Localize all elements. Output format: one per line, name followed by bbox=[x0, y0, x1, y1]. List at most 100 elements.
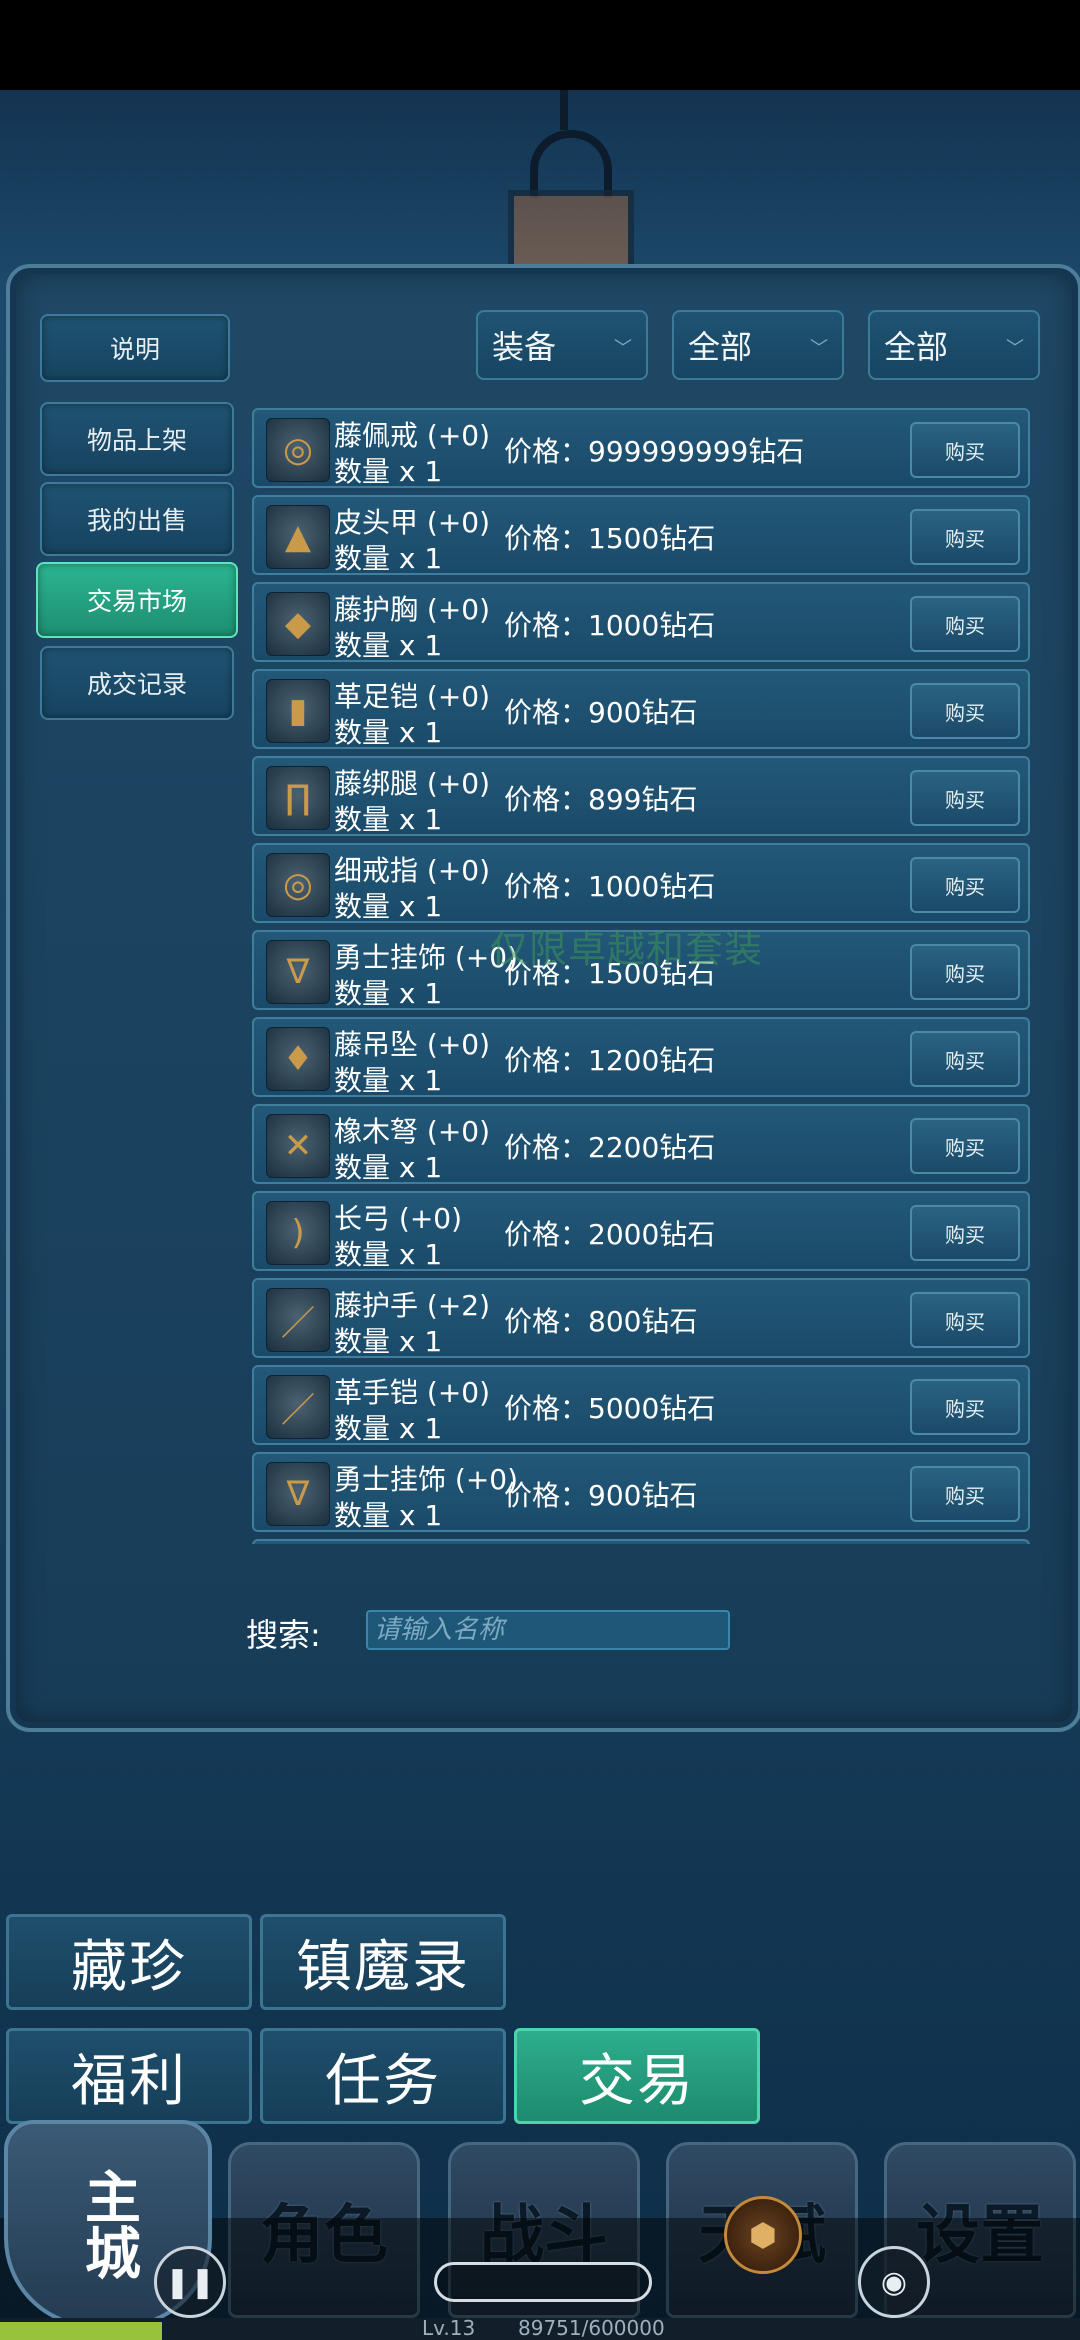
item-price: 价格：2200钻石 bbox=[504, 1131, 716, 1164]
item-quantity: 数量 x 1 bbox=[334, 1499, 443, 1532]
ring-icon: ◎ bbox=[266, 853, 330, 917]
category-dropdown[interactable]: 装备 ﹀ bbox=[476, 310, 648, 380]
item-name: 藤吊坠 (+0) bbox=[334, 1028, 491, 1061]
home-indicator[interactable] bbox=[434, 2262, 652, 2302]
records-button[interactable]: 成交记录 bbox=[40, 646, 234, 720]
item-quantity: 数量 x 1 bbox=[334, 1064, 443, 1097]
item-price: 价格：1000钻石 bbox=[504, 609, 716, 642]
bow-icon: ) bbox=[266, 1201, 330, 1265]
category-value: 装备 bbox=[492, 328, 557, 366]
boots-icon: ▮ bbox=[266, 679, 330, 743]
item-price: 价格：900钻石 bbox=[504, 696, 698, 729]
item-name: 长弓 (+0) bbox=[334, 1202, 463, 1235]
gauntlet-icon: ／ bbox=[266, 1375, 330, 1439]
treasure-button[interactable]: 藏珍 bbox=[6, 1914, 252, 2010]
buy-button[interactable]: 购买 bbox=[910, 422, 1020, 478]
buy-button[interactable]: 购买 bbox=[910, 1118, 1020, 1174]
list-item: ▮ 革足铠 (+0) 数量 x 1 价格：900钻石 购买 bbox=[252, 669, 1030, 749]
type-dropdown[interactable]: 全部 ﹀ bbox=[672, 310, 844, 380]
list-item: ◎ 藤佩戒 (+0) 数量 x 1 价格：999999999钻石 购买 bbox=[252, 408, 1030, 488]
list-item: ✕ 橡木弩 (+0) 数量 x 1 价格：2200钻石 购买 bbox=[252, 1104, 1030, 1184]
buy-button[interactable]: 购买 bbox=[910, 683, 1020, 739]
list-item: ▲ 皮头甲 (+0) 数量 x 1 价格：1500钻石 购买 bbox=[252, 495, 1030, 575]
trade-button[interactable]: 交易 bbox=[514, 2028, 760, 2124]
item-name: 革足铠 (+0) bbox=[334, 680, 491, 713]
list-item: ) 长弓 (+0) 数量 x 1 价格：2000钻石 购买 bbox=[252, 1191, 1030, 1271]
item-quantity: 数量 x 1 bbox=[334, 455, 443, 488]
item-quantity: 数量 x 1 bbox=[334, 542, 443, 575]
item-price: 价格：2000钻石 bbox=[504, 1218, 716, 1251]
ring-icon: ◎ bbox=[266, 418, 330, 482]
item-quantity: 数量 x 1 bbox=[334, 1151, 443, 1184]
leggings-icon: ∏ bbox=[266, 766, 330, 830]
bracer-icon: ／ bbox=[266, 1288, 330, 1352]
item-price: 价格：999999999钻石 bbox=[504, 435, 805, 468]
item-quantity: 数量 x 1 bbox=[334, 629, 443, 662]
system-status-bar bbox=[0, 0, 1080, 90]
buy-button[interactable]: 购买 bbox=[910, 1292, 1020, 1348]
help-button[interactable]: 说明 bbox=[40, 314, 230, 382]
list-item: ◆ 藤护胸 (+0) 数量 x 1 价格：1000钻石 购买 bbox=[252, 582, 1030, 662]
item-price: 价格：1000钻石 bbox=[504, 870, 716, 903]
chevron-down-icon: ﹀ bbox=[810, 338, 828, 359]
buy-button[interactable]: 购买 bbox=[910, 857, 1020, 913]
item-name: 细戒指 (+0) bbox=[334, 854, 491, 887]
chevron-down-icon: ﹀ bbox=[1006, 338, 1024, 359]
list-item: ◎ 细戒指 (+0) 数量 x 1 价格：1000钻石 购买 bbox=[252, 843, 1030, 923]
buy-button[interactable]: 购买 bbox=[910, 1379, 1020, 1435]
item-price: 价格：800钻石 bbox=[504, 1305, 698, 1338]
quality-value: 全部 bbox=[884, 328, 949, 366]
player-exp: 89751/600000 bbox=[518, 2316, 665, 2340]
buy-button[interactable]: 购买 bbox=[910, 1205, 1020, 1261]
item-price: 价格：1500钻石 bbox=[504, 522, 716, 555]
watermark-text: 仅限卓越和套装 bbox=[490, 927, 764, 971]
item-name: 藤佩戒 (+0) bbox=[334, 419, 491, 452]
item-name: 藤绑腿 (+0) bbox=[334, 767, 491, 800]
item-price: 价格：899钻石 bbox=[504, 783, 698, 816]
item-price: 价格：900钻石 bbox=[504, 1479, 698, 1512]
pendant-icon: ♦ bbox=[266, 1027, 330, 1091]
chest-armor-icon: ◆ bbox=[266, 592, 330, 656]
necklace-icon: ∇ bbox=[266, 1462, 330, 1526]
item-quantity: 数量 x 1 bbox=[334, 1412, 443, 1445]
quest-button[interactable]: 任务 bbox=[260, 2028, 506, 2124]
list-item: ∇ 勇士挂饰 (+0) 数量 x 1 价格：900钻石 购买 bbox=[252, 1452, 1030, 1532]
eye-icon[interactable]: ◉ bbox=[858, 2246, 930, 2318]
buy-button[interactable]: 购买 bbox=[910, 509, 1020, 565]
quality-dropdown[interactable]: 全部 ﹀ bbox=[868, 310, 1040, 380]
item-name: 勇士挂饰 (+0) bbox=[334, 1463, 519, 1496]
item-name: 皮头甲 (+0) bbox=[334, 506, 491, 539]
my-sales-button[interactable]: 我的出售 bbox=[40, 482, 234, 556]
buy-button[interactable]: 购买 bbox=[910, 770, 1020, 826]
pause-icon[interactable]: ❚❚ bbox=[154, 2246, 226, 2318]
list-item-button[interactable]: 物品上架 bbox=[40, 402, 234, 476]
item-quantity: 数量 x 1 bbox=[334, 1325, 443, 1358]
player-level: Lv.13 bbox=[422, 2316, 476, 2340]
demon-record-button[interactable]: 镇魔录 bbox=[260, 1914, 506, 2010]
item-quantity: 数量 x 1 bbox=[334, 803, 443, 836]
welfare-button[interactable]: 福利 bbox=[6, 2028, 252, 2124]
type-value: 全部 bbox=[688, 328, 753, 366]
item-quantity: 数量 x 1 bbox=[334, 890, 443, 923]
buy-button[interactable]: 购买 bbox=[910, 1031, 1020, 1087]
buy-button[interactable]: 购买 bbox=[910, 1466, 1020, 1522]
item-price: 价格：5000钻石 bbox=[504, 1392, 716, 1425]
list-item: ∏ 藤绑腿 (+0) 数量 x 1 价格：899钻石 购买 bbox=[252, 756, 1030, 836]
market-tab[interactable]: 交易市场 bbox=[36, 562, 238, 638]
market-item-list[interactable]: ◎ 藤佩戒 (+0) 数量 x 1 价格：999999999钻石 购买 ▲ 皮头… bbox=[252, 408, 1034, 1544]
necklace-icon: ∇ bbox=[266, 940, 330, 1004]
helmet-icon: ▲ bbox=[266, 505, 330, 569]
buy-button[interactable]: 购买 bbox=[910, 944, 1020, 1000]
item-quantity: 数量 x 1 bbox=[334, 1238, 443, 1271]
search-input[interactable] bbox=[366, 1610, 730, 1650]
chevron-down-icon: ﹀ bbox=[614, 338, 632, 359]
item-quantity: 数量 x 1 bbox=[334, 977, 443, 1010]
list-item: ／ 藤护手 (+2) 数量 x 1 价格：800钻石 购买 bbox=[252, 1278, 1030, 1358]
item-quantity: 数量 x 1 bbox=[334, 716, 443, 749]
shield-badge-icon[interactable]: ⬢ bbox=[724, 2196, 802, 2274]
list-item bbox=[252, 1539, 1030, 1544]
list-item: ／ 革手铠 (+0) 数量 x 1 价格：5000钻石 购买 bbox=[252, 1365, 1030, 1445]
list-item: ♦ 藤吊坠 (+0) 数量 x 1 价格：1200钻石 购买 bbox=[252, 1017, 1030, 1097]
buy-button[interactable]: 购买 bbox=[910, 596, 1020, 652]
item-name: 橡木弩 (+0) bbox=[334, 1115, 491, 1148]
